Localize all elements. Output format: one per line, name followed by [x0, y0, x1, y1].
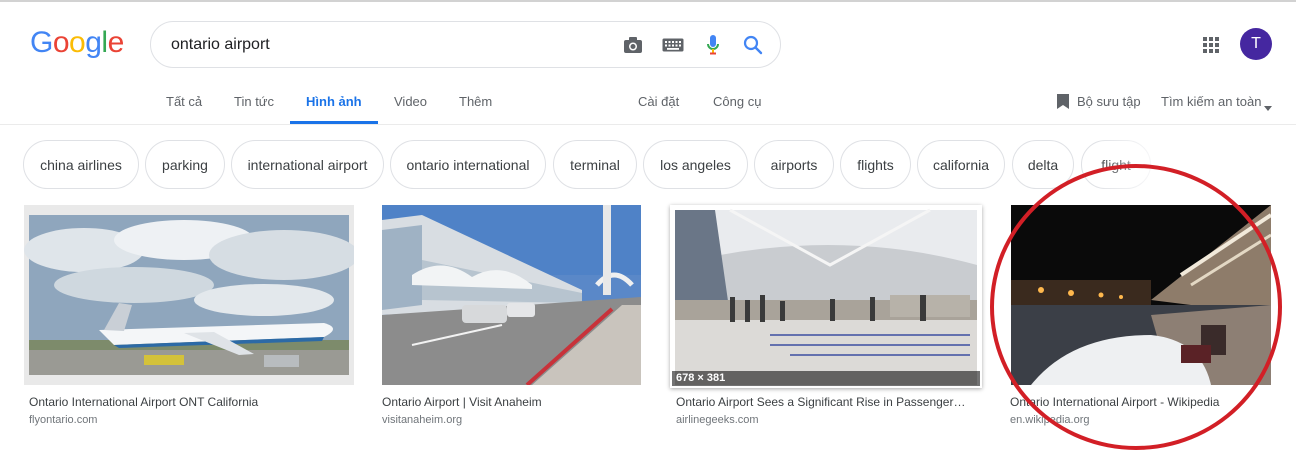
related-chip[interactable]: parking	[145, 140, 225, 189]
related-chip[interactable]: delta	[1012, 140, 1074, 189]
related-chip[interactable]: china airlines	[23, 140, 139, 189]
collections-link[interactable]: Bộ sưu tập	[1077, 94, 1141, 109]
related-chip[interactable]: flight	[1081, 140, 1151, 189]
result-site[interactable]: visitanaheim.org	[382, 414, 462, 426]
result-image-2[interactable]	[382, 205, 641, 385]
logo-letter: o	[52, 26, 70, 59]
logo-letter: G	[30, 26, 53, 59]
caret-down-icon[interactable]	[1264, 99, 1272, 114]
related-searches-bar: china airlines parking international air…	[23, 140, 1296, 190]
result-site[interactable]: flyontario.com	[29, 414, 97, 426]
mic-icon[interactable]	[701, 33, 725, 57]
logo-letter: g	[85, 26, 102, 59]
tools-link[interactable]: Công cụ	[713, 94, 761, 109]
keyboard-icon[interactable]	[661, 33, 685, 57]
search-icon[interactable]	[741, 33, 765, 57]
result-title[interactable]: Ontario International Airport ONT Califo…	[29, 395, 258, 409]
result-title[interactable]: Ontario Airport Sees a Significant Rise …	[676, 395, 965, 409]
tab-news[interactable]: Tin tức	[234, 94, 274, 109]
tab-all[interactable]: Tất cả	[166, 94, 202, 109]
related-chip[interactable]: international airport	[231, 140, 384, 189]
logo-letter: o	[69, 26, 86, 59]
related-chip[interactable]: ontario international	[390, 140, 546, 189]
result-image-4[interactable]	[1011, 205, 1271, 385]
search-box	[150, 21, 781, 68]
result-image-3[interactable]	[670, 205, 982, 388]
result-title[interactable]: Ontario International Airport - Wikipedi…	[1010, 395, 1219, 409]
search-tabs: Tất cả Tin tức Hình ảnh Video Thêm Cài đ…	[0, 80, 1296, 124]
related-chip[interactable]: terminal	[553, 140, 637, 189]
account-avatar[interactable]: T	[1240, 28, 1272, 60]
apps-grid-icon[interactable]	[1199, 33, 1223, 57]
result-site[interactable]: airlinegeeks.com	[676, 414, 759, 426]
google-logo[interactable]: Google	[30, 26, 124, 60]
logo-letter: e	[107, 26, 125, 59]
result-title[interactable]: Ontario Airport | Visit Anaheim	[382, 395, 542, 409]
bookmark-icon[interactable]	[1056, 93, 1070, 113]
safe-search-link[interactable]: Tìm kiếm an toàn	[1161, 94, 1261, 109]
tab-more[interactable]: Thêm	[459, 94, 492, 109]
tab-video[interactable]: Video	[394, 94, 427, 109]
top-border	[0, 0, 1296, 2]
settings-link[interactable]: Cài đặt	[638, 94, 679, 109]
image-dimensions-badge: 678 × 381	[672, 371, 980, 386]
related-chip[interactable]: california	[917, 140, 1005, 189]
result-image-1[interactable]	[24, 205, 354, 385]
search-input[interactable]	[171, 34, 591, 56]
header-divider	[0, 124, 1296, 125]
related-chip[interactable]: airports	[754, 140, 834, 189]
related-chip[interactable]: flights	[840, 140, 911, 189]
result-site[interactable]: en.wikipedia.org	[1010, 414, 1090, 426]
related-chip[interactable]: los angeles	[643, 140, 748, 189]
tab-images[interactable]: Hình ảnh	[306, 94, 362, 109]
camera-icon[interactable]	[621, 33, 645, 57]
